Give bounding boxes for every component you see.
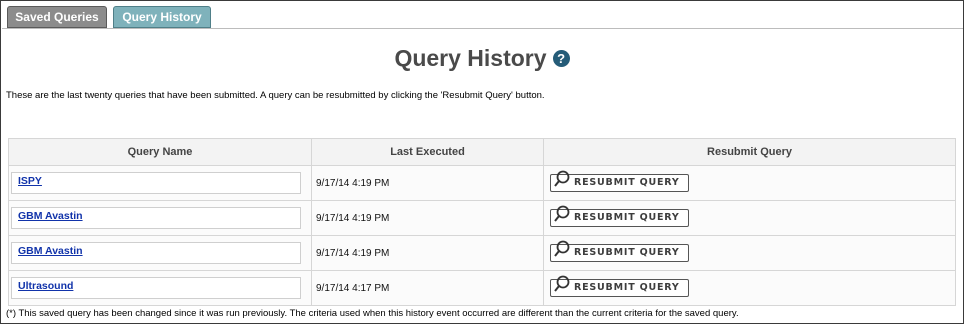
last-executed-date: 9/17/14 4:19 PM [316, 177, 390, 189]
query-name-link[interactable]: GBM Avastin [18, 245, 83, 257]
query-name-cell: ISPY [8, 165, 312, 201]
table-row: GBM Avastin 9/17/14 4:19 PM RESUBMIT QUE… [8, 200, 956, 236]
last-executed-cell: 9/17/14 4:19 PM [311, 165, 544, 201]
page-title: Query History [394, 45, 547, 71]
table-row: Ultrasound 9/17/14 4:17 PM RESUBMIT QUER… [8, 270, 956, 306]
query-name-cell: Ultrasound [8, 270, 312, 306]
resubmit-cell: RESUBMIT QUERY [543, 270, 956, 306]
magnifier-icon [554, 275, 570, 292]
last-executed-cell: 9/17/14 4:19 PM [311, 200, 544, 236]
footnote: (*) This saved query has been changed si… [6, 308, 739, 319]
query-name-box: ISPY [11, 172, 301, 194]
tab-divider [2, 28, 963, 29]
query-name-cell: GBM Avastin [8, 235, 312, 271]
resubmit-cell: RESUBMIT QUERY [543, 165, 956, 201]
tab-saved-queries[interactable]: Saved Queries [7, 6, 107, 28]
resubmit-query-button[interactable]: RESUBMIT QUERY [550, 205, 689, 227]
resubmit-query-button[interactable]: RESUBMIT QUERY [550, 275, 689, 297]
resubmit-query-button[interactable]: RESUBMIT QUERY [550, 170, 689, 192]
help-icon[interactable]: ? [552, 50, 570, 67]
resubmit-cell: RESUBMIT QUERY [543, 235, 956, 271]
query-name-link[interactable]: GBM Avastin [18, 210, 83, 222]
intro-text: These are the last twenty queries that h… [6, 90, 545, 101]
table-row: ISPY 9/17/14 4:19 PM RESUBMIT QUERY [8, 165, 956, 201]
magnifier-icon [554, 205, 570, 222]
table-header-row: Query Name Last Executed Resubmit Query [8, 138, 956, 166]
query-history-table: Query Name Last Executed Resubmit Query … [8, 138, 956, 306]
table-row: GBM Avastin 9/17/14 4:19 PM RESUBMIT QUE… [8, 235, 956, 271]
last-executed-cell: 9/17/14 4:19 PM [311, 235, 544, 271]
resubmit-button-label: RESUBMIT QUERY [574, 177, 680, 188]
resubmit-button-label: RESUBMIT QUERY [574, 212, 680, 223]
query-name-cell: GBM Avastin [8, 200, 312, 236]
tab-query-history[interactable]: Query History [113, 6, 211, 28]
last-executed-cell: 9/17/14 4:17 PM [311, 270, 544, 306]
resubmit-cell: RESUBMIT QUERY [543, 200, 956, 236]
query-name-box: GBM Avastin [11, 242, 301, 264]
last-executed-date: 9/17/14 4:19 PM [316, 212, 390, 224]
query-name-box: Ultrasound [11, 277, 301, 299]
magnifier-icon [554, 240, 570, 257]
column-header-last-executed: Last Executed [311, 138, 544, 166]
query-name-link[interactable]: ISPY [18, 175, 42, 187]
query-name-box: GBM Avastin [11, 207, 301, 229]
magnifier-icon [554, 170, 570, 187]
column-header-resubmit-query: Resubmit Query [543, 138, 956, 166]
resubmit-query-button[interactable]: RESUBMIT QUERY [550, 240, 689, 262]
resubmit-button-label: RESUBMIT QUERY [574, 282, 680, 293]
query-history-panel: Saved Queries Query History Query Histor… [0, 0, 964, 324]
last-executed-date: 9/17/14 4:17 PM [316, 282, 390, 294]
resubmit-button-label: RESUBMIT QUERY [574, 247, 680, 258]
last-executed-date: 9/17/14 4:19 PM [316, 247, 390, 259]
query-name-link[interactable]: Ultrasound [18, 280, 73, 292]
column-header-query-name: Query Name [8, 138, 312, 166]
page-heading: Query History? [1, 45, 963, 72]
